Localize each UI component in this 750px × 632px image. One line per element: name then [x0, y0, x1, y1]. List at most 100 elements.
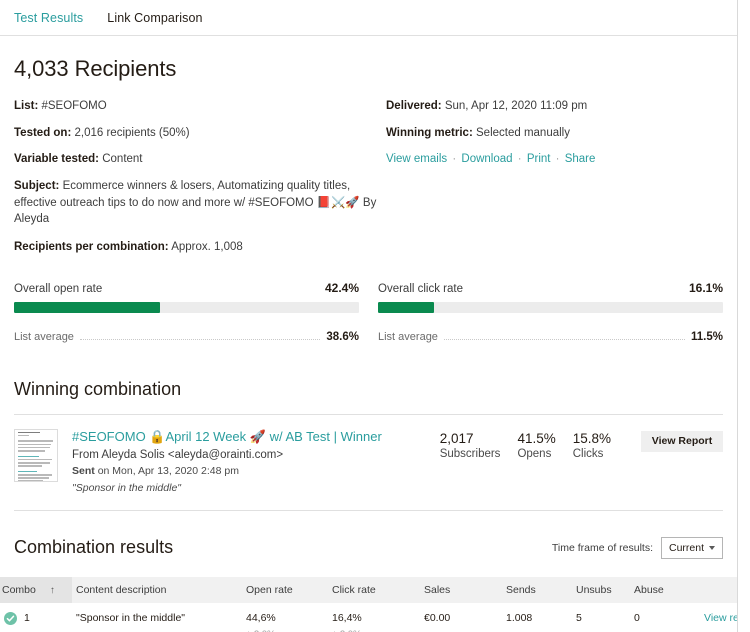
column-header-unsubs[interactable]: Unsubs — [572, 576, 630, 603]
detail-delivered-value: Sun, Apr 12, 2020 11:09 pm — [444, 100, 588, 112]
column-header-sales[interactable]: Sales — [420, 576, 502, 603]
winning-email-stats: 2,017 Subscribers 41.5% Opens 15.8% Clic… — [440, 429, 611, 460]
combination-results-table: Combo ↑ Content description Open rate Cli… — [0, 576, 737, 632]
winning-email-title[interactable]: #SEOFOMO 🔒April 12 Week 🚀 w/ AB Test | W… — [72, 429, 440, 446]
detail-subject: Subject: Ecommerce winners & losers, Aut… — [14, 178, 386, 228]
winning-email-sent: Sent on Mon, Apr 13, 2020 2:48 pm — [72, 465, 440, 477]
stat-subscribers-value: 2,017 — [439, 430, 474, 446]
click-rate-header: Overall click rate 16.1% — [378, 281, 723, 295]
detail-tested-on: Tested on: 2,016 recipients (50%) — [14, 125, 386, 142]
column-header-combo[interactable]: Combo ↑ — [0, 576, 72, 603]
tab-test-results[interactable]: Test Results — [14, 11, 83, 25]
time-frame-control: Time frame of results: Current — [551, 536, 723, 559]
open-rate-list-average: List average 38.6% — [14, 331, 359, 343]
click-rate-value: 16.1% — [688, 280, 723, 295]
detail-recipients-per-combination: Recipients per combination: Approx. 1,00… — [14, 239, 386, 256]
column-header-content-description[interactable]: Content description — [72, 576, 242, 603]
cell-combo-number: 1 — [24, 612, 30, 625]
cell-abuse: 0 — [630, 602, 700, 632]
rate-summary: Overall open rate 42.4% List average 38.… — [14, 281, 723, 343]
sort-ascending-icon: ↑ — [49, 584, 55, 596]
action-links: View emails · Download · Print · Share — [386, 151, 716, 168]
detail-recipients-value: Approx. 1,008 — [171, 241, 243, 254]
detail-variable-label: Variable tested: — [14, 153, 100, 166]
link-share[interactable]: Share — [565, 153, 596, 165]
stat-clicks: 15.8% Clicks — [573, 431, 611, 460]
column-header-click-rate[interactable]: Click rate — [328, 576, 420, 603]
click-rate-bar-track — [378, 301, 723, 313]
winning-sent-value: on Mon, Apr 13, 2020 2:48 pm — [97, 464, 239, 477]
winning-combination-title: Winning combination — [14, 378, 182, 399]
link-separator-2: · — [517, 153, 522, 166]
winner-check-icon — [4, 611, 17, 625]
stat-subscribers-label: Subscribers — [439, 447, 501, 460]
open-rate-avg-dots — [79, 338, 321, 340]
summary-details: List: #SEOFOMO Tested on: 2,016 recipien… — [14, 98, 723, 266]
column-header-open-rate[interactable]: Open rate — [242, 576, 328, 603]
stat-opens-label: Opens — [517, 447, 552, 460]
column-header-combo-label: Combo — [2, 583, 36, 596]
table-header-row: Combo ↑ Content description Open rate Cli… — [0, 576, 737, 603]
detail-delivered: Delivered: Sun, Apr 12, 2020 11:09 pm — [386, 98, 716, 115]
click-rate-list-average: List average 11.5% — [378, 331, 723, 343]
detail-variable-tested: Variable tested: Content — [14, 151, 386, 168]
tab-link-comparison[interactable]: Link Comparison — [107, 11, 202, 25]
combination-results-title: Combination results — [14, 537, 174, 558]
open-rate-label: Overall open rate — [14, 282, 103, 295]
column-header-abuse[interactable]: Abuse — [630, 576, 700, 603]
row-view-report-link[interactable]: View report — [704, 612, 737, 624]
winning-email-description: "Sponsor in the middle" — [72, 481, 182, 494]
cell-action: View report — [700, 602, 737, 632]
column-header-actions — [700, 576, 737, 603]
detail-metric-value: Selected manually — [476, 126, 570, 139]
click-rate-avg-label: List average — [378, 330, 438, 343]
winning-combination-row: #SEOFOMO 🔒April 12 Week 🚀 w/ AB Test | W… — [14, 415, 723, 511]
detail-recipients-label: Recipients per combination: — [14, 241, 169, 254]
cell-open-rate-margin: ± 2,0% — [246, 629, 324, 632]
cell-combo: 1 — [0, 602, 72, 632]
table-row: 1 "Sponsor in the middle" 44,6% ± 2,0% 1… — [0, 602, 737, 632]
summary-left-column: List: #SEOFOMO Tested on: 2,016 recipien… — [14, 98, 386, 266]
detail-delivered-label: Delivered: — [386, 100, 442, 112]
time-frame-select[interactable]: Current — [661, 536, 723, 559]
summary-right-column: Delivered: Sun, Apr 12, 2020 11:09 pm Wi… — [386, 98, 716, 266]
table-header: Combo ↑ Content description Open rate Cli… — [0, 576, 737, 603]
stat-opens-value: 41.5% — [517, 430, 556, 446]
stat-subscribers: 2,017 Subscribers — [440, 431, 501, 460]
stat-clicks-value: 15.8% — [572, 430, 611, 446]
stat-clicks-label: Clicks — [572, 447, 604, 460]
cell-click-rate-margin: ± 2,0% — [332, 629, 416, 632]
open-rate-avg-label: List average — [14, 330, 74, 343]
cell-open-rate: 44,6% ± 2,0% — [242, 602, 328, 632]
cell-sends: 1.008 — [502, 602, 572, 632]
winning-email-info: #SEOFOMO 🔒April 12 Week 🚀 w/ AB Test | W… — [58, 429, 440, 494]
detail-metric-label: Winning metric: — [386, 126, 473, 139]
link-separator-1: · — [452, 153, 457, 166]
cell-sales: €0.00 — [420, 602, 502, 632]
link-print[interactable]: Print — [527, 153, 551, 165]
winning-sent-label: Sent — [72, 464, 95, 477]
open-rate-header: Overall open rate 42.4% — [14, 281, 359, 295]
cell-open-rate-value: 44,6% — [246, 611, 276, 624]
detail-subject-label: Subject: — [14, 180, 60, 193]
page-title: 4,033 Recipients — [14, 56, 177, 81]
open-rate-value: 42.4% — [324, 280, 359, 295]
cell-content-description: "Sponsor in the middle" — [72, 602, 242, 632]
click-rate-bar-fill — [378, 301, 434, 313]
page-root: Test Results Link Comparison 4,033 Recip… — [0, 0, 750, 632]
detail-winning-metric: Winning metric: Selected manually — [386, 125, 716, 142]
email-thumbnail-icon[interactable] — [14, 428, 58, 482]
view-report-button[interactable]: View Report — [641, 430, 723, 452]
detail-list: List: #SEOFOMO — [14, 98, 386, 115]
report-content: 4,033 Recipients List: #SEOFOMO Tested o… — [0, 56, 737, 632]
cell-click-rate-value: 16,4% — [332, 611, 362, 624]
chevron-down-icon — [709, 545, 715, 550]
detail-list-label: List: — [14, 100, 39, 112]
stat-opens: 41.5% Opens — [517, 431, 555, 460]
time-frame-label: Time frame of results: — [551, 541, 653, 554]
link-download[interactable]: Download — [461, 153, 512, 165]
overall-click-rate-block: Overall click rate 16.1% List average 11… — [378, 281, 723, 343]
open-rate-avg-value: 38.6% — [326, 330, 359, 343]
link-view-emails[interactable]: View emails — [386, 153, 447, 165]
column-header-sends[interactable]: Sends — [502, 576, 572, 603]
